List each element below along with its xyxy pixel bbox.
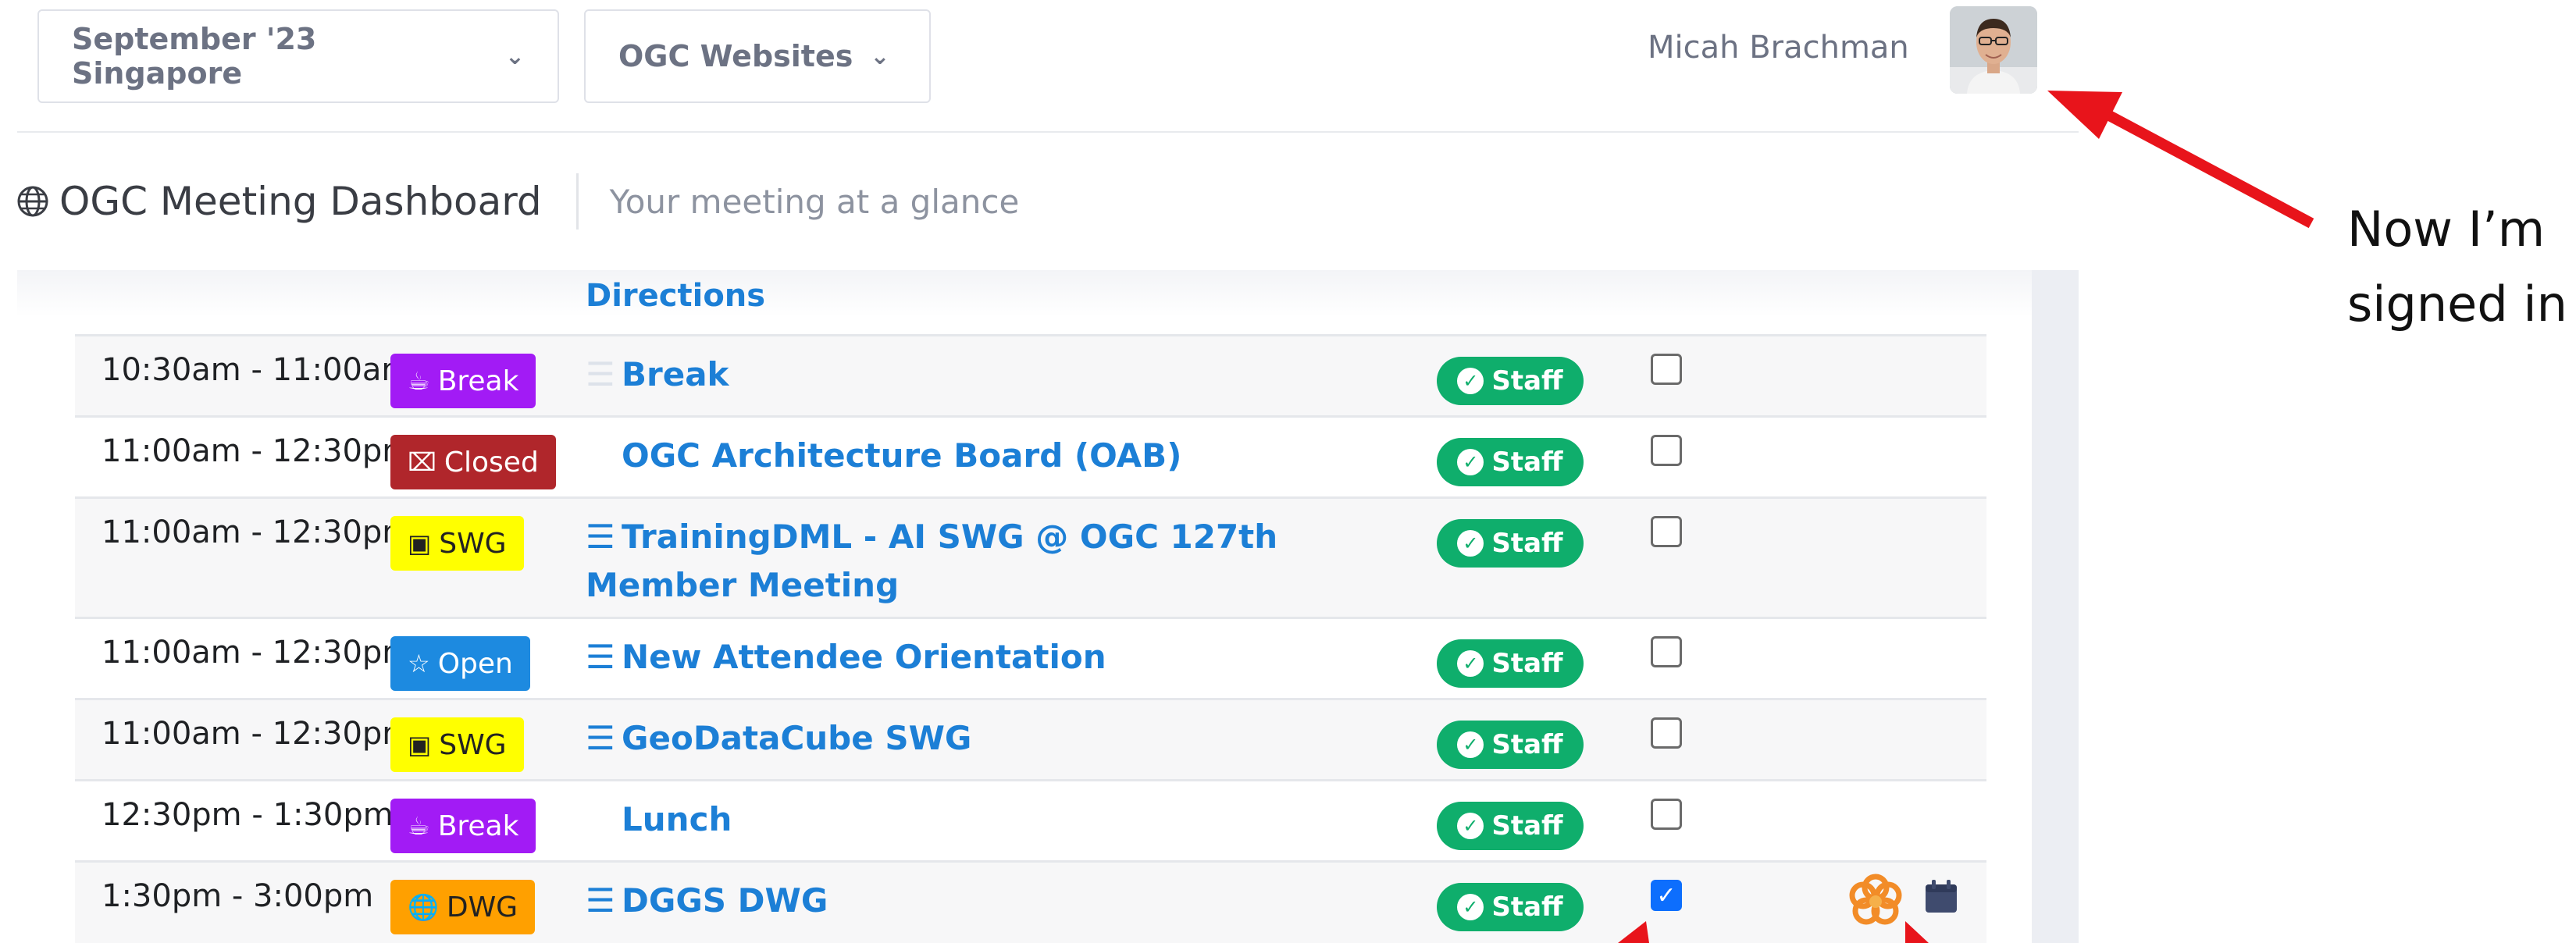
checkbox-arrow-head [1618,921,1649,943]
annotation-arrows [1618,91,2314,943]
calendar-arrow-head [1905,921,1929,943]
annotation-arrow-line [2097,105,2314,229]
